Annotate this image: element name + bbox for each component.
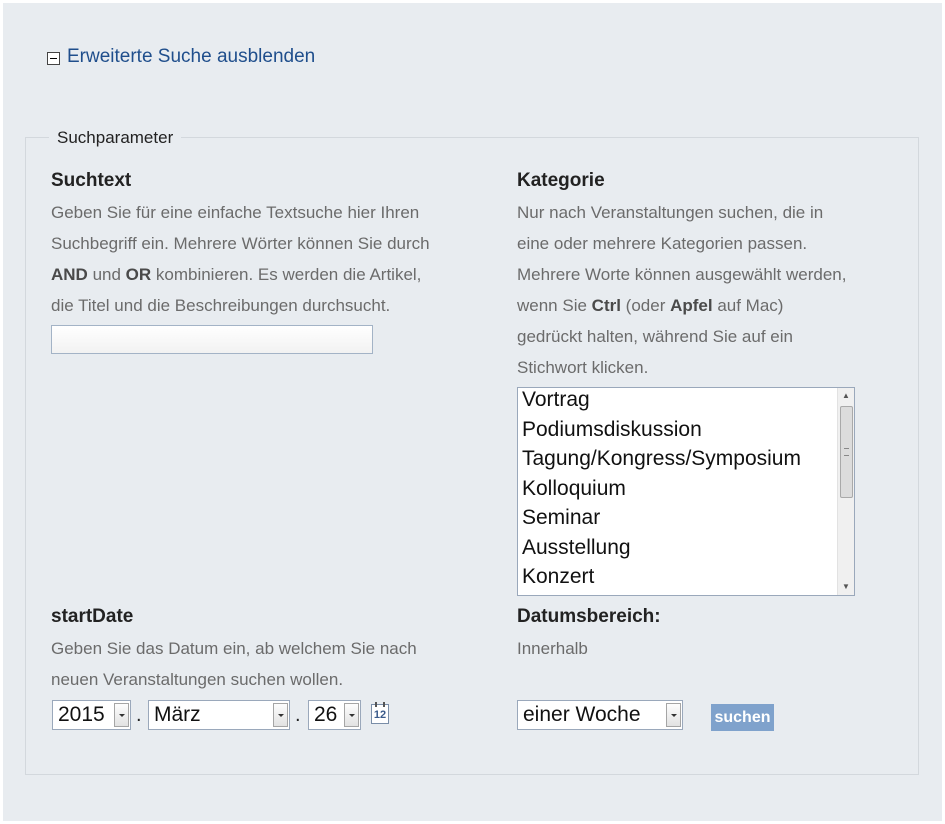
description-line: eine oder mehrere Kategorien passen. (517, 228, 846, 259)
category-option[interactable]: Kolloquium (522, 477, 626, 501)
description-text: Geben Sie für eine einfache Textsuche hi… (51, 203, 420, 222)
day-select[interactable]: 26 (308, 700, 361, 730)
search-button[interactable]: suchen (711, 704, 774, 731)
description-text: Geben Sie das Datum ein, ab welchem Sie … (51, 639, 417, 658)
category-listbox[interactable]: Vortrag Podiumsdiskussion Tagung/Kongres… (517, 387, 855, 596)
category-option[interactable]: Ausstellung (522, 536, 631, 560)
calendar-icon[interactable]: 12 (371, 702, 389, 724)
description-line: AND und OR kombinieren. Es werden die Ar… (51, 259, 430, 290)
chevron-down-icon[interactable] (666, 703, 681, 727)
description-line: Stichwort klicken. (517, 352, 846, 383)
description-line: Geben Sie für eine einfache Textsuche hi… (51, 197, 430, 228)
description-keyword: Ctrl (591, 296, 621, 315)
description-text: Innerhalb (517, 639, 588, 658)
date-separator: . (295, 704, 301, 726)
day-value: 26 (314, 703, 338, 726)
chevron-down-icon[interactable] (344, 703, 359, 727)
description-line: Mehrere Worte können ausgewählt werden, (517, 259, 846, 290)
month-select[interactable]: März (148, 700, 290, 730)
date-separator: . (136, 704, 142, 726)
hide-advanced-search-link[interactable]: Erweiterte Suche ausblenden (47, 46, 315, 68)
description-line: Nur nach Veranstaltungen suchen, die in (517, 197, 846, 228)
scroll-down-icon[interactable]: ▼ (838, 579, 854, 595)
year-value: 2015 (58, 703, 105, 726)
year-select[interactable]: 2015 (52, 700, 131, 730)
category-option[interactable]: Konzert (522, 565, 594, 589)
month-value: März (154, 703, 201, 726)
description-text: die Titel und die Beschreibungen durchsu… (51, 296, 391, 315)
description-keyword: AND (51, 265, 88, 284)
description-text: gedrückt halten, während Sie auf ein (517, 327, 793, 346)
description-line: Innerhalb (517, 633, 588, 664)
description-keyword: Apfel (670, 296, 713, 315)
description-keyword: OR (125, 265, 152, 284)
description-text: neuen Veranstaltungen suchen wollen. (51, 670, 344, 689)
suchtext-heading: Suchtext (51, 170, 132, 191)
kategorie-heading: Kategorie (517, 170, 605, 191)
listbox-scrollbar[interactable]: ▲ ▼ (837, 388, 854, 595)
description-line: gedrückt halten, während Sie auf ein (517, 321, 846, 352)
chevron-down-icon[interactable] (114, 703, 129, 727)
description-line: die Titel und die Beschreibungen durchsu… (51, 290, 430, 321)
fieldset-legend: Suchparameter (49, 128, 182, 148)
description-text: eine oder mehrere Kategorien passen. (517, 234, 808, 253)
description-text: wenn Sie (517, 296, 592, 315)
description-text: und (87, 265, 126, 284)
description-text: kombinieren. Es werden die Artikel, (151, 265, 422, 284)
description-text: (oder (620, 296, 671, 315)
date-range-select[interactable]: einer Woche (517, 700, 683, 730)
category-option[interactable]: Seminar (522, 506, 600, 530)
scroll-thumb[interactable] (840, 406, 853, 498)
description-text: Suchbegriff ein. Mehrere Wörter können S… (51, 234, 430, 253)
startdate-description: Geben Sie das Datum ein, ab welchem Sie … (51, 633, 417, 695)
collapse-icon[interactable] (47, 51, 60, 65)
scroll-up-icon[interactable]: ▲ (838, 388, 854, 404)
datumsbereich-heading: Datumsbereich: (517, 606, 661, 627)
category-option[interactable]: Tagung/Kongress/Symposium (522, 447, 801, 471)
calendar-icon-number: 12 (373, 709, 387, 721)
startdate-heading: startDate (51, 606, 134, 627)
description-text: Mehrere Worte können ausgewählt werden, (517, 265, 847, 284)
description-text: auf Mac) (712, 296, 784, 315)
suchtext-description: Geben Sie für eine einfache Textsuche hi… (51, 197, 430, 321)
date-range-value: einer Woche (523, 703, 641, 726)
description-text: Nur nach Veranstaltungen suchen, die in (517, 203, 824, 222)
category-option[interactable]: Podiumsdiskussion (522, 418, 702, 442)
description-text: Stichwort klicken. (517, 358, 649, 377)
description-line: Suchbegriff ein. Mehrere Wörter können S… (51, 228, 430, 259)
description-line: wenn Sie Ctrl (oder Apfel auf Mac) (517, 290, 846, 321)
chevron-down-icon[interactable] (273, 703, 288, 727)
category-option[interactable]: Vortrag (522, 388, 590, 412)
kategorie-description: Nur nach Veranstaltungen suchen, die in e… (517, 197, 846, 383)
search-text-input[interactable] (51, 325, 373, 354)
description-line: Geben Sie das Datum ein, ab welchem Sie … (51, 633, 417, 664)
description-line: neuen Veranstaltungen suchen wollen. (51, 664, 417, 695)
datumsbereich-description: Innerhalb (517, 633, 588, 664)
hide-advanced-search-label: Erweiterte Suche ausblenden (67, 46, 316, 67)
